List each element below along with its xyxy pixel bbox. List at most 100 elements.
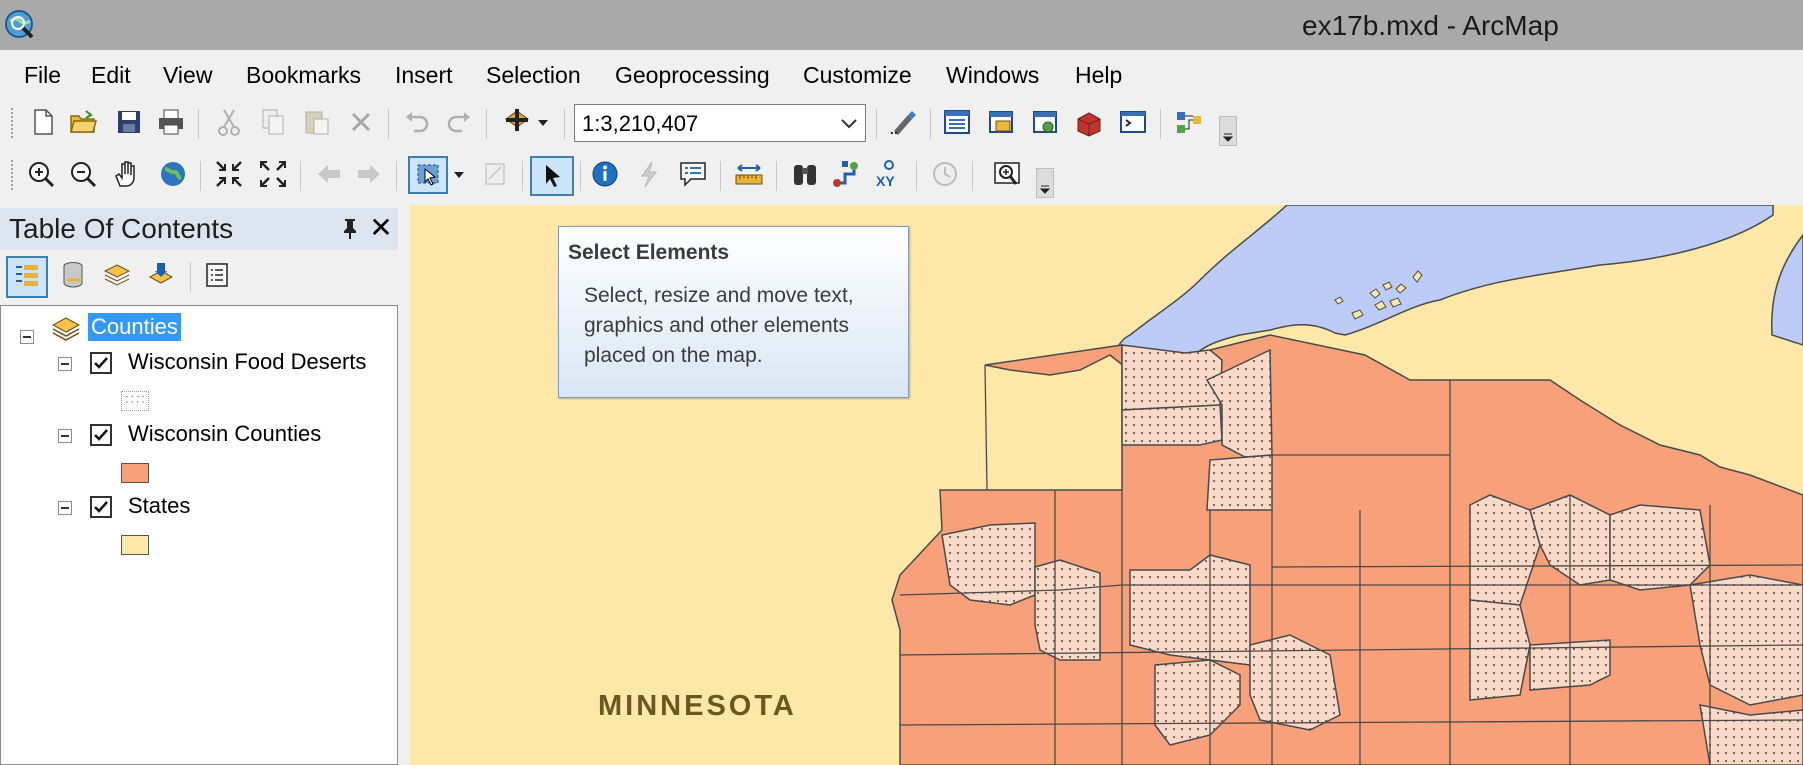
select-elements-icon[interactable]	[530, 156, 574, 196]
menu-bookmarks[interactable]: Bookmarks	[246, 62, 361, 89]
go-to-xy-icon[interactable]: XY	[872, 157, 906, 191]
layer-checkbox-food-deserts[interactable]	[90, 352, 112, 374]
redo-icon[interactable]	[442, 105, 476, 139]
layer-name-counties[interactable]: Wisconsin Counties	[128, 421, 321, 447]
clear-selection-icon[interactable]	[478, 157, 512, 191]
find-binoculars-icon[interactable]	[788, 157, 822, 191]
toolbar-separator	[564, 109, 565, 139]
undo-icon[interactable]	[400, 105, 434, 139]
list-by-drawing-order-icon[interactable]	[6, 256, 48, 298]
chevron-down-icon[interactable]	[839, 113, 859, 133]
legend-swatch-states	[121, 535, 149, 555]
arcmap-globe-icon[interactable]	[4, 9, 36, 41]
menu-geoprocessing[interactable]: Geoprocessing	[615, 62, 770, 89]
collapse-layer-counties[interactable]	[58, 429, 72, 443]
collapse-layer-states[interactable]	[58, 501, 72, 515]
tool-tooltip: Select Elements Select, resize and move …	[558, 226, 909, 398]
toolbar-separator	[200, 161, 201, 191]
paste-icon[interactable]	[300, 105, 334, 139]
zoom-out-icon[interactable]	[66, 157, 100, 191]
add-data-icon[interactable]	[500, 105, 534, 139]
collapse-data-frame-button[interactable]	[20, 330, 34, 344]
select-features-dropdown-arrow[interactable]	[450, 157, 468, 191]
toc-tree: Counties Wisconsin Food Deserts Wisconsi…	[0, 305, 398, 765]
state-label-minnesota: MINNESOTA	[598, 690, 797, 722]
toolbar-grip[interactable]	[11, 160, 17, 190]
menu-view[interactable]: View	[163, 62, 212, 89]
toolbar-separator	[486, 109, 487, 139]
forward-arrow-icon[interactable]	[352, 157, 386, 191]
list-by-visibility-icon[interactable]	[100, 258, 134, 292]
toolbar-separator	[300, 161, 301, 191]
toolbar-separator	[190, 262, 191, 292]
menu-file[interactable]: File	[24, 62, 61, 89]
catalog-icon[interactable]	[984, 105, 1018, 139]
identify-icon[interactable]	[588, 157, 622, 191]
copy-icon[interactable]	[256, 105, 290, 139]
table-of-contents-icon[interactable]	[940, 105, 974, 139]
pin-icon[interactable]	[338, 216, 362, 240]
collapse-layer-food-deserts[interactable]	[58, 357, 72, 371]
fixed-zoom-in-icon[interactable]	[212, 157, 246, 191]
full-extent-globe-icon[interactable]	[156, 157, 190, 191]
cut-icon[interactable]	[212, 105, 246, 139]
new-document-icon[interactable]	[26, 105, 60, 139]
measure-icon[interactable]	[732, 157, 766, 191]
tooltip-body: Select, resize and move text, graphics a…	[584, 284, 854, 367]
search-window-icon[interactable]	[1028, 105, 1062, 139]
toolbar-overflow-button[interactable]	[1219, 116, 1237, 146]
magnifier-window-icon[interactable]	[990, 157, 1024, 191]
layer-name-states[interactable]: States	[128, 493, 190, 519]
model-builder-icon[interactable]	[1172, 105, 1206, 139]
save-icon[interactable]	[112, 105, 146, 139]
editor-toolbar-icon[interactable]	[886, 105, 920, 139]
menu-edit[interactable]: Edit	[91, 62, 131, 89]
list-by-source-icon[interactable]	[56, 258, 90, 292]
find-route-icon[interactable]	[830, 157, 864, 191]
pan-hand-icon[interactable]	[110, 157, 144, 191]
open-folder-icon[interactable]	[66, 105, 100, 139]
close-icon[interactable]: ✕	[368, 213, 394, 243]
options-icon[interactable]	[200, 258, 234, 292]
legend-swatch-counties	[121, 463, 149, 483]
toolbar-separator	[396, 161, 397, 191]
html-popup-icon[interactable]	[676, 157, 710, 191]
toolbar-separator	[876, 109, 877, 139]
print-icon[interactable]	[154, 105, 188, 139]
toolbar-separator	[720, 161, 721, 191]
toolbar-separator	[916, 161, 917, 191]
toolbar-separator	[972, 161, 973, 191]
time-slider-icon[interactable]	[928, 157, 962, 191]
python-window-icon[interactable]	[1116, 105, 1150, 139]
zoom-in-icon[interactable]	[24, 157, 58, 191]
toolbar-separator	[776, 161, 777, 191]
panel-splitter[interactable]	[398, 205, 410, 765]
menu-help[interactable]: Help	[1075, 62, 1122, 89]
data-frame-label[interactable]: Counties	[88, 313, 181, 341]
toolbar-separator	[930, 109, 931, 139]
layer-checkbox-states[interactable]	[90, 496, 112, 518]
menu-selection[interactable]: Selection	[486, 62, 581, 89]
toolbar-separator	[522, 161, 523, 191]
toolbar-grip[interactable]	[11, 108, 17, 138]
menu-insert[interactable]: Insert	[395, 62, 453, 89]
hyperlink-icon[interactable]	[632, 157, 666, 191]
svg-text:XY: XY	[876, 173, 895, 189]
fixed-zoom-out-icon[interactable]	[256, 157, 290, 191]
toolbar-separator	[580, 161, 581, 191]
select-features-icon[interactable]	[408, 156, 448, 194]
arctoolbox-icon[interactable]	[1072, 105, 1106, 139]
title-bar: ex17b.mxd - ArcMap	[0, 0, 1803, 50]
map-scale-combobox[interactable]: 1:3,210,407	[574, 104, 866, 142]
menu-windows[interactable]: Windows	[946, 62, 1039, 89]
menu-customize[interactable]: Customize	[803, 62, 912, 89]
toolbar-overflow-button[interactable]	[1036, 168, 1054, 198]
back-arrow-icon[interactable]	[312, 157, 346, 191]
map-scale-value: 1:3,210,407	[582, 111, 699, 136]
list-by-selection-icon[interactable]	[144, 258, 178, 292]
tooltip-title: Select Elements	[568, 241, 730, 264]
layer-checkbox-counties[interactable]	[90, 424, 112, 446]
delete-icon[interactable]	[344, 105, 378, 139]
layer-name-food-deserts[interactable]: Wisconsin Food Deserts	[128, 349, 366, 375]
add-data-dropdown-arrow[interactable]	[534, 105, 552, 139]
